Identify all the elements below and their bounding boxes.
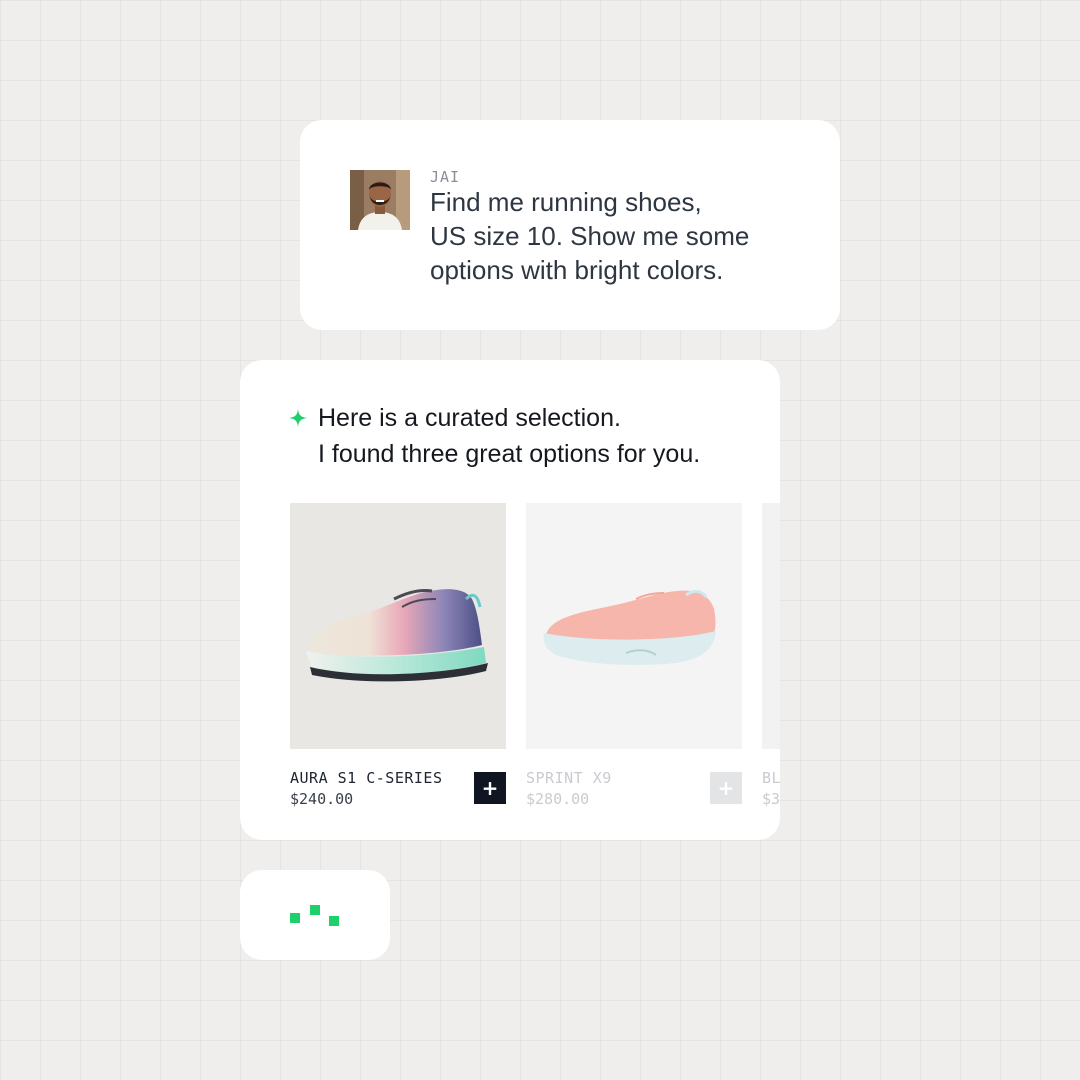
- product-name: SPRINT X9: [526, 769, 612, 787]
- shoe-multicolor-gradient-icon: [306, 589, 488, 682]
- product-image[interactable]: [762, 503, 780, 749]
- product-price: $280.00: [526, 790, 590, 808]
- typing-dot: [310, 905, 320, 915]
- product-price: $240.00: [290, 790, 354, 808]
- user-avatar: [350, 170, 410, 230]
- user-message-text: Find me running shoes, US size 10. Show …: [430, 187, 750, 285]
- assistant-message-text: Here is a curated selection. I found thr…: [318, 404, 701, 468]
- product-price: $3: [762, 790, 780, 808]
- typing-dot: [329, 916, 339, 926]
- product-card[interactable]: BL $3: [762, 503, 780, 813]
- add-to-cart-button[interactable]: +: [474, 772, 506, 804]
- person-avatar-icon: [350, 170, 410, 230]
- product-image[interactable]: [290, 503, 506, 749]
- product-name: AURA S1 C-SERIES: [290, 769, 443, 787]
- typing-indicator-card: [240, 870, 390, 960]
- product-card[interactable]: AURA S1 C-SERIES $240.00 +: [290, 503, 506, 813]
- sparkle-icon: [289, 409, 307, 427]
- assistant-message-card: Here is a curated selection. I found thr…: [240, 360, 780, 840]
- add-to-cart-button[interactable]: +: [710, 772, 742, 804]
- user-message-card: JAI Find me running shoes, US size 10. S…: [300, 120, 840, 330]
- product-card[interactable]: SPRINT X9 $280.00 +: [526, 503, 742, 813]
- product-name: BL: [762, 769, 780, 787]
- sender-name: JAI: [430, 168, 461, 186]
- shoe-coral-pink-icon: [543, 589, 716, 665]
- typing-dot: [290, 913, 300, 923]
- product-image[interactable]: [526, 503, 742, 749]
